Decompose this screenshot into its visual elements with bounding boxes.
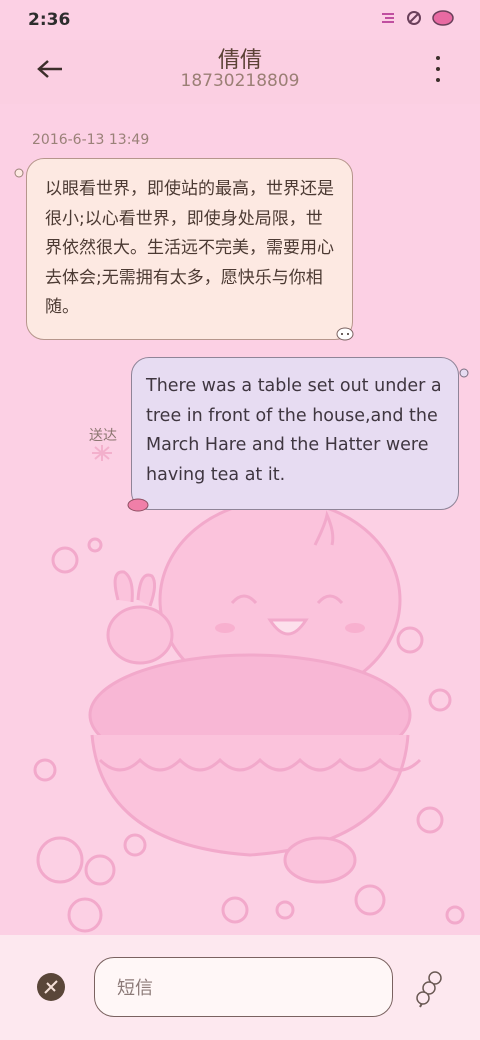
conversation-header: 倩倩 18730218809 — [0, 40, 480, 104]
attach-icon — [44, 980, 58, 994]
status-time: 2:36 — [28, 10, 71, 30]
dango-send-icon — [416, 971, 442, 1008]
message-status: 送达 — [89, 428, 117, 444]
attach-button[interactable] — [37, 973, 65, 1001]
status-icons — [380, 10, 454, 26]
status-bar: 2:36 — [0, 0, 480, 40]
bubble-cloud-icon — [336, 327, 354, 341]
sparkle-icon — [92, 445, 112, 461]
wifi-icon — [407, 11, 421, 25]
send-button[interactable] — [414, 969, 444, 1009]
battery-icon — [432, 10, 454, 26]
bubble-ornament-icon — [459, 368, 469, 378]
more-vert-icon-dot — [436, 56, 440, 60]
contact-number: 18730218809 — [180, 71, 300, 91]
contact-name: 倩倩 — [217, 48, 262, 73]
message-timestamp: 2016-6-13 13:49 — [32, 132, 150, 148]
bubble-ornament-icon — [14, 168, 24, 178]
message-input[interactable]: 短信 — [94, 957, 393, 1017]
more-options-button[interactable] — [434, 56, 442, 82]
signal-icon — [382, 13, 394, 23]
outgoing-message-bubble[interactable]: There was a table set out under a tree i… — [131, 357, 459, 510]
incoming-message-bubble[interactable]: 以眼看世界，即使站的最高，世界还是很小;以心看世界，即使身处局限，世界依然很大。… — [26, 158, 353, 340]
background-illustration — [33, 498, 465, 933]
message-input-placeholder: 短信 — [117, 978, 153, 999]
more-vert-icon-dot — [436, 67, 440, 71]
more-vert-icon-dot — [436, 78, 440, 82]
composer-bar: 短信 — [0, 935, 480, 1040]
bubble-candy-icon — [127, 498, 149, 512]
